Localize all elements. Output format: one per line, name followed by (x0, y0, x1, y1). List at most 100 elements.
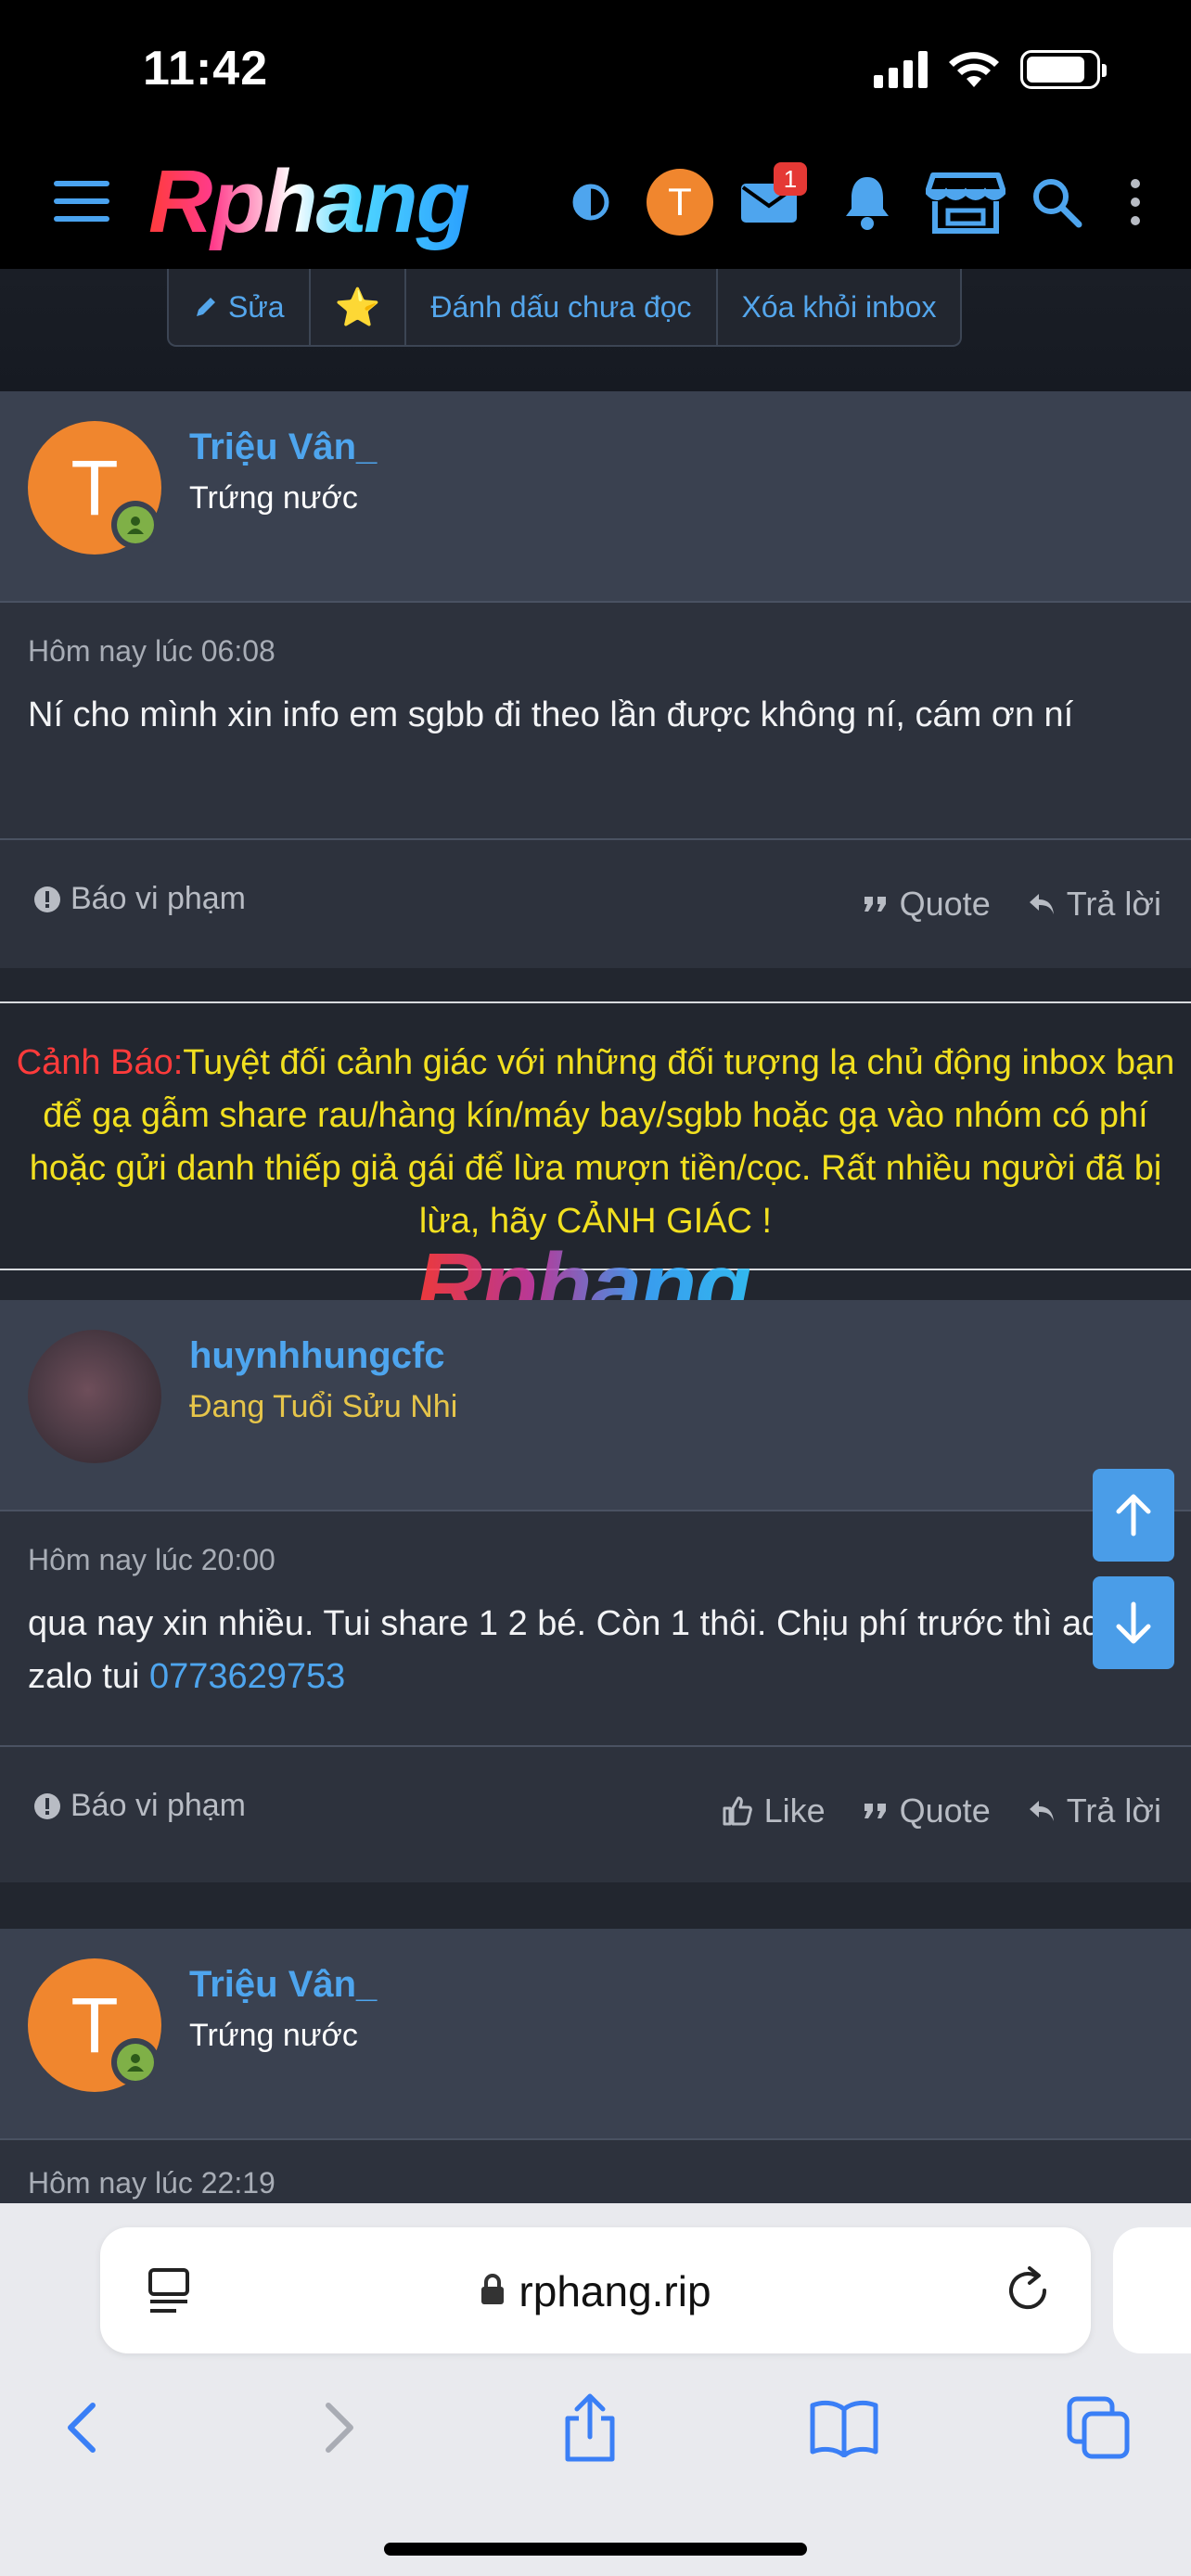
pencil-icon (197, 298, 215, 316)
user-title: Trứng nước (189, 2018, 358, 2053)
back-button[interactable] (35, 2381, 128, 2474)
wifi-icon (949, 52, 999, 87)
remove-from-inbox-button[interactable]: Xóa khỏi inbox (718, 269, 961, 345)
lock-icon (481, 2274, 505, 2304)
bookmarks-button[interactable] (798, 2381, 890, 2474)
user-title: Đang Tuổi Sửu Nhi (189, 1389, 458, 1424)
tabs-icon (1067, 2396, 1130, 2459)
reload-icon[interactable] (1002, 2264, 1054, 2316)
warning-label: Cảnh Báo: (16, 1043, 184, 1082)
header-icons: T 1 (542, 162, 1172, 242)
arrow-up-icon (1116, 1494, 1151, 1537)
online-status-icon (111, 501, 160, 549)
edit-label: Sửa (228, 289, 285, 324)
cellular-signal-icon (874, 51, 928, 88)
post-timestamp[interactable]: Hôm nay lúc 06:08 (0, 603, 1191, 669)
post-timestamp[interactable]: Hôm nay lúc 20:00 (0, 1511, 1191, 1577)
status-icons (874, 50, 1107, 89)
message-post: T Triệu Vân_ Trứng nước Hôm nay lúc 22:1… (0, 1929, 1191, 2207)
quote-button[interactable]: Quote (863, 885, 991, 924)
url-display[interactable]: rphang.rip (100, 2266, 1091, 2316)
status-bar: 11:42 (0, 0, 1191, 134)
quote-label: Quote (899, 885, 991, 923)
search-icon (1033, 179, 1082, 228)
reply-icon (1029, 894, 1054, 914)
post-header: T Triệu Vân_ Trứng nước (0, 1929, 1191, 2140)
post-header: huynhhungcfc Đang Tuổi Sửu Nhi (0, 1300, 1191, 1511)
alert-icon (34, 1792, 60, 1819)
report-label: Báo vi phạm (70, 1788, 246, 1823)
mark-unread-button[interactable]: Đánh dấu chưa đọc (406, 269, 718, 345)
account-button[interactable]: T (640, 162, 720, 242)
contrast-icon[interactable] (542, 162, 640, 242)
site-logo[interactable]: Rphang (148, 151, 470, 253)
post-footer: Báo vi phạm Like Quote Trả lời (0, 1745, 1191, 1879)
star-button[interactable]: ⭐ (311, 269, 407, 345)
thumbs-up-icon (723, 1796, 752, 1826)
avatar[interactable] (28, 1330, 161, 1463)
report-button[interactable]: Báo vi phạm (33, 881, 246, 917)
warning-banner: Cảnh Báo:Tuyệt đối cảnh giác với những đ… (0, 1001, 1191, 1270)
share-button[interactable] (544, 2381, 636, 2474)
battery-icon (1020, 50, 1107, 89)
like-label: Like (763, 1792, 826, 1830)
post-body: qua nay xin nhiều. Tui share 1 2 bé. Còn… (0, 1577, 1191, 1703)
warning-text: Tuyệt đối cảnh giác với những đối tượng … (29, 1043, 1175, 1241)
forward-button[interactable] (293, 2381, 386, 2474)
status-time: 11:42 (143, 42, 269, 96)
author-name[interactable]: huynhhungcfc (189, 1335, 445, 1377)
online-status-icon (111, 2038, 160, 2086)
arrow-down-icon (1116, 1601, 1151, 1644)
like-button[interactable]: Like (722, 1792, 826, 1830)
avatar: T (647, 169, 713, 236)
browser-toolbar: rphang.rip (0, 2203, 1191, 2576)
quote-icon (864, 897, 886, 912)
bell-icon (846, 177, 889, 230)
alert-icon (34, 886, 60, 912)
more-button[interactable] (1098, 162, 1172, 242)
next-tab-peek[interactable] (1113, 2227, 1191, 2353)
reply-button[interactable]: Trả lời (1028, 1792, 1161, 1830)
store-button[interactable] (916, 162, 1015, 242)
store-icon (926, 172, 1005, 234)
url-text: rphang.rip (519, 2267, 711, 2315)
scroll-to-top-button[interactable] (1093, 1469, 1174, 1562)
reply-button[interactable]: Trả lời (1028, 885, 1161, 924)
post-body: Ní cho mình xin info em sgbb đi theo lần… (28, 695, 1074, 734)
post-actions: Like Quote Trả lời (722, 1792, 1161, 1830)
report-button[interactable]: Báo vi phạm (33, 1788, 246, 1824)
author-name[interactable]: Triệu Vân_ (189, 427, 377, 468)
scroll-to-bottom-button[interactable] (1093, 1576, 1174, 1669)
book-icon (810, 2400, 878, 2457)
quote-label: Quote (899, 1792, 991, 1830)
chevron-right-icon (326, 2403, 353, 2453)
menu-icon[interactable] (54, 181, 109, 222)
inbox-button[interactable]: 1 (720, 162, 818, 242)
phone-link[interactable]: 0773629753 (149, 1657, 345, 1696)
message-post: T Triệu Vân_ Trứng nước Hôm nay lúc 06:0… (0, 391, 1191, 968)
share-icon (565, 2393, 615, 2462)
thread-toolbar: Sửa ⭐ Đánh dấu chưa đọc Xóa khỏi inbox (167, 269, 963, 347)
inbox-badge: 1 (774, 162, 807, 196)
tabs-button[interactable] (1052, 2381, 1145, 2474)
post-timestamp[interactable]: Hôm nay lúc 22:19 (0, 2140, 1191, 2200)
post-header: T Triệu Vân_ Trứng nước (0, 391, 1191, 603)
site-header: Rphang T 1 (0, 134, 1191, 269)
star-icon: ⭐ (334, 287, 381, 328)
home-indicator[interactable] (384, 2543, 807, 2556)
reply-label: Trả lời (1066, 1792, 1161, 1830)
search-button[interactable] (1015, 162, 1098, 242)
quote-button[interactable]: Quote (863, 1792, 991, 1830)
reply-label: Trả lời (1066, 885, 1161, 923)
more-vertical-icon (1131, 179, 1140, 225)
post-footer: Báo vi phạm Quote Trả lời (0, 838, 1191, 972)
quote-icon (864, 1804, 886, 1818)
browser-nav (0, 2381, 1191, 2483)
author-name[interactable]: Triệu Vân_ (189, 1964, 377, 2006)
report-label: Báo vi phạm (70, 881, 246, 916)
notifications-button[interactable] (818, 162, 916, 242)
edit-button[interactable]: Sửa (169, 269, 311, 345)
address-bar[interactable]: rphang.rip (100, 2227, 1091, 2353)
user-title: Trứng nước (189, 480, 358, 516)
message-post: huynhhungcfc Đang Tuổi Sửu Nhi Hôm nay l… (0, 1300, 1191, 1882)
